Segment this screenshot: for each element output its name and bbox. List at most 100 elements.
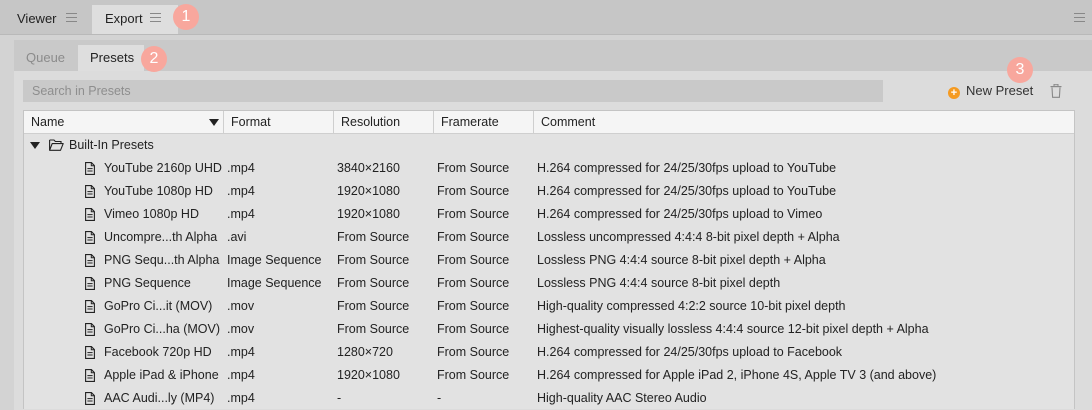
cell-comment: Lossless uncompressed 4:4:4 8-bit pixel … xyxy=(537,230,840,244)
cell-framerate: From Source xyxy=(437,230,510,244)
cell-format: .mp4 xyxy=(227,368,255,382)
cell-format: .mp4 xyxy=(227,161,255,175)
cell-framerate: From Source xyxy=(437,276,510,290)
cell-resolution: 1920×1080 xyxy=(337,184,400,198)
column-header-label: Framerate xyxy=(441,115,499,129)
cell-name: YouTube 1080p HD xyxy=(104,184,213,198)
file-icon xyxy=(85,254,95,267)
tab-export[interactable]: Export xyxy=(92,5,178,34)
cell-framerate: From Source xyxy=(437,299,510,313)
tab-queue-label: Queue xyxy=(26,50,66,65)
viewer-menu-icon[interactable] xyxy=(66,13,77,22)
table-row[interactable]: YouTube 1080p HD .mp4 1920×1080 From Source… xyxy=(24,180,1074,203)
cell-framerate: - xyxy=(437,391,442,405)
cell-format: .mov xyxy=(227,322,255,336)
cell-resolution: 1920×1080 xyxy=(337,368,400,382)
cell-comment: High-quality compressed 4:2:2 source 10-… xyxy=(537,299,846,313)
tab-viewer-label: Viewer xyxy=(17,11,57,26)
cell-name: Uncompre...th Alpha xyxy=(104,230,218,244)
tab-viewer[interactable]: Viewer xyxy=(17,5,57,34)
cell-name: Vimeo 1080p HD xyxy=(104,207,199,221)
cell-format: .mov xyxy=(227,299,255,313)
table-row[interactable]: AAC Audi...ly (MP4) .mp4 - - High-quality AA… xyxy=(24,387,1074,410)
file-icon xyxy=(85,208,95,221)
new-preset-label: New Preset xyxy=(966,83,1034,98)
cell-framerate: From Source xyxy=(437,368,510,382)
group-row-built-in-presets[interactable]: Built-In Presets xyxy=(24,134,1074,157)
cell-comment: H.264 compressed for 24/25/30fps upload … xyxy=(537,345,843,359)
tab-presets[interactable]: Presets xyxy=(78,45,144,71)
file-icon xyxy=(85,231,95,244)
cell-name: PNG Sequence xyxy=(104,276,191,290)
add-icon: + xyxy=(948,87,960,99)
tab-queue[interactable]: Queue xyxy=(26,45,65,71)
cell-format: .mp4 xyxy=(227,345,255,359)
search-input[interactable] xyxy=(23,80,883,102)
table-row[interactable]: Facebook 720p HD .mp4 1280×720 From Source H… xyxy=(24,341,1074,364)
table-row[interactable]: PNG Sequence Image Sequence From Source Fro… xyxy=(24,272,1074,295)
column-header-resolution[interactable]: Resolution xyxy=(334,111,434,133)
cell-framerate: From Source xyxy=(437,207,510,221)
cell-framerate: From Source xyxy=(437,345,510,359)
cell-framerate: From Source xyxy=(437,161,510,175)
file-icon xyxy=(85,369,95,382)
cell-comment: H.264 compressed for Apple iPad 2, iPhon… xyxy=(537,368,937,382)
table-row[interactable]: Uncompre...th Alpha .avi From Source From S… xyxy=(24,226,1074,249)
cell-name: Apple iPad & iPhone xyxy=(104,368,219,382)
group-label: Built-In Presets xyxy=(69,138,154,152)
column-header-name[interactable]: Name xyxy=(24,111,224,133)
annotation-badge-1: 1 xyxy=(173,4,199,30)
cell-format: .mp4 xyxy=(227,184,255,198)
table-row[interactable]: GoPro Ci...it (MOV) .mov From Source From S… xyxy=(24,295,1074,318)
table-row[interactable]: PNG Sequ...th Alpha Image Sequence From So… xyxy=(24,249,1074,272)
table-row[interactable]: YouTube 2160p UHD .mp4 3840×2160 From Sourc… xyxy=(24,157,1074,180)
folder-open-icon xyxy=(49,139,64,151)
cell-resolution: From Source xyxy=(337,322,410,336)
cell-format: Image Sequence xyxy=(227,253,322,267)
trash-icon[interactable] xyxy=(1050,84,1062,98)
cell-format: .mp4 xyxy=(227,207,255,221)
cell-name: AAC Audi...ly (MP4) xyxy=(104,391,215,405)
table-row[interactable]: Apple iPad & iPhone .mp4 1920×1080 From Sou… xyxy=(24,364,1074,387)
cell-comment: Lossless PNG 4:4:4 source 8-bit pixel de… xyxy=(537,253,826,267)
new-preset-button[interactable]: + New Preset xyxy=(948,82,1033,100)
cell-resolution: From Source xyxy=(337,230,410,244)
expand-triangle-icon[interactable] xyxy=(30,142,40,149)
cell-name: GoPro Ci...ha (MOV) xyxy=(104,322,220,336)
cell-resolution: 3840×2160 xyxy=(337,161,400,175)
annotation-badge-2: 2 xyxy=(141,46,167,72)
file-icon xyxy=(85,277,95,290)
table-row[interactable]: GoPro Ci...ha (MOV) .mov From Source From S… xyxy=(24,318,1074,341)
cell-resolution: From Source xyxy=(337,276,410,290)
column-header-comment[interactable]: Comment xyxy=(534,111,1074,133)
file-icon xyxy=(85,300,95,313)
table-row[interactable]: Vimeo 1080p HD .mp4 1920×1080 From Source H.… xyxy=(24,203,1074,226)
tab-presets-label: Presets xyxy=(90,50,135,65)
cell-format: Image Sequence xyxy=(227,276,322,290)
column-header-framerate[interactable]: Framerate xyxy=(434,111,534,133)
cell-name: YouTube 2160p UHD xyxy=(104,161,222,175)
file-icon xyxy=(85,323,95,336)
cell-framerate: From Source xyxy=(437,184,510,198)
column-header-label: Name xyxy=(31,115,65,129)
cell-format: .avi xyxy=(227,230,247,244)
cell-resolution: From Source xyxy=(337,299,410,313)
cell-comment: H.264 compressed for 24/25/30fps upload … xyxy=(537,184,837,198)
cell-name: Facebook 720p HD xyxy=(104,345,212,359)
cell-comment: H.264 compressed for 24/25/30fps upload … xyxy=(537,207,823,221)
cell-name: GoPro Ci...it (MOV) xyxy=(104,299,213,313)
cell-comment: H.264 compressed for 24/25/30fps upload … xyxy=(537,161,837,175)
column-header-label: Comment xyxy=(541,115,596,129)
column-header-label: Resolution xyxy=(341,115,401,129)
column-header-format[interactable]: Format xyxy=(224,111,334,133)
sort-descending-icon xyxy=(209,119,219,126)
file-icon xyxy=(85,392,95,405)
panel-options-icon[interactable] xyxy=(1074,13,1085,22)
cell-resolution: 1280×720 xyxy=(337,345,393,359)
cell-comment: Lossless PNG 4:4:4 source 8-bit pixel de… xyxy=(537,276,781,290)
cell-framerate: From Source xyxy=(437,253,510,267)
export-menu-icon[interactable] xyxy=(150,13,161,22)
cell-resolution: 1920×1080 xyxy=(337,207,400,221)
file-icon xyxy=(85,162,95,175)
cell-comment: High-quality AAC Stereo Audio xyxy=(537,391,707,405)
